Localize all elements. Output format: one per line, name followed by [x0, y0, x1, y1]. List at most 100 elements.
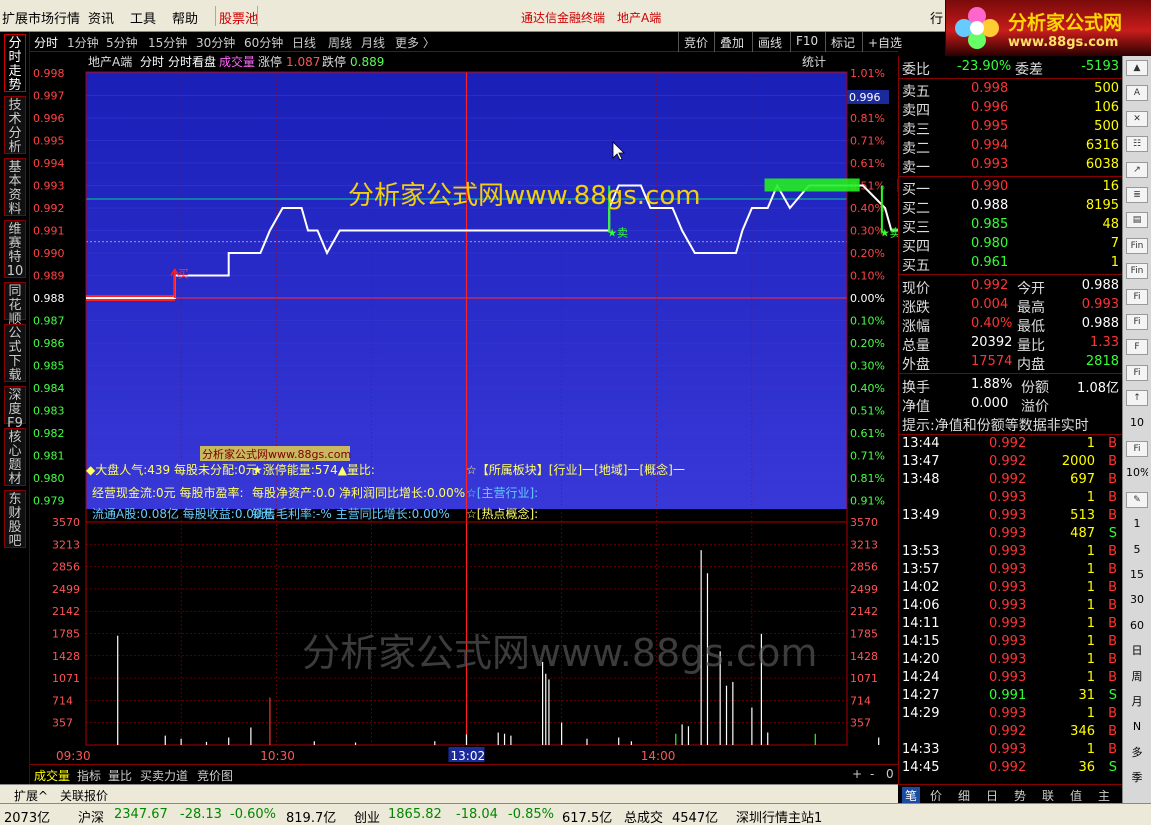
tool-icon-3[interactable]: ☷	[1126, 136, 1148, 153]
quote-tab[interactable]: 值	[1070, 787, 1082, 804]
tool-icon-21[interactable]: 30	[1126, 593, 1148, 609]
tool-icon-22[interactable]: 60	[1126, 619, 1148, 635]
tool-icon-23[interactable]: 日	[1126, 644, 1148, 660]
quote-tab[interactable]: 主	[1098, 787, 1110, 804]
tool-strip: ▲A✕☷↗≣▤FinFinFiFiFFi↑10Fi10%✎15153060日周月…	[1122, 56, 1151, 803]
tool-icon-25[interactable]: 月	[1126, 695, 1148, 711]
quote-tab[interactable]: 细	[958, 787, 970, 804]
price-tick-label: 0.981	[33, 450, 65, 463]
period-1min[interactable]: 1分钟	[67, 34, 99, 51]
tool-icon-15[interactable]: Fi	[1126, 441, 1148, 457]
pct-tick-label: 0.61%	[850, 427, 885, 440]
quote-tab[interactable]: 联	[1042, 787, 1054, 804]
zoom-out-button[interactable]: -	[870, 767, 874, 781]
tool-icon-7[interactable]: Fin	[1126, 237, 1148, 254]
tick-row: 14:27 0.991 31 S	[899, 687, 1123, 705]
tool-icon-16[interactable]: 10%	[1126, 466, 1148, 482]
tool-icon-19[interactable]: 5	[1126, 543, 1148, 559]
volume-tick-label: 1785	[850, 628, 878, 641]
tool-icon-4[interactable]: ↗	[1126, 161, 1148, 178]
menu-stock-pool[interactable]: 股票池	[219, 8, 258, 27]
tool-icon-0[interactable]: ▲	[1126, 60, 1148, 76]
tick-side: B	[1108, 634, 1117, 649]
overlay-button[interactable]: 叠加	[714, 32, 749, 52]
bid-label: 买四	[902, 239, 930, 255]
expand-button[interactable]: 扩展^	[14, 787, 48, 804]
tick-price: 0.993	[989, 670, 1027, 685]
tick-volume: 513	[1070, 508, 1095, 523]
draw-line-button[interactable]: 画线	[752, 32, 787, 52]
period-more[interactable]: 更多 〉	[395, 34, 435, 51]
menu-trade-truncated[interactable]: 行	[930, 8, 943, 27]
tool-icon-10[interactable]: Fi	[1126, 314, 1148, 330]
left-tab-6[interactable]: 深度F9	[4, 386, 26, 431]
tool-icon-14[interactable]: 10	[1126, 416, 1148, 432]
tab-buy-sell-force[interactable]: 买卖力道	[140, 767, 188, 784]
tool-icon-11[interactable]: F	[1126, 339, 1148, 356]
volume-tick-label: 357	[850, 717, 871, 730]
period-5min[interactable]: 5分钟	[106, 34, 138, 51]
left-tab-7[interactable]: 核心题材	[4, 428, 26, 487]
tool-icon-17[interactable]: ✎	[1126, 491, 1148, 508]
tick-volume: 1	[1086, 652, 1095, 667]
tool-icon-26[interactable]: N	[1126, 720, 1148, 736]
menu-ext-market[interactable]: 扩展市场行情	[2, 8, 80, 27]
tick-side: B	[1108, 598, 1117, 613]
tool-icon-5[interactable]: ≣	[1126, 187, 1148, 203]
menu-tools[interactable]: 工具	[130, 8, 156, 27]
tool-icon-6[interactable]: ▤	[1126, 212, 1148, 229]
period-monthly[interactable]: 月线	[361, 34, 385, 51]
f10-button[interactable]: F10	[790, 32, 823, 52]
stats-button[interactable]: 统计	[802, 55, 826, 69]
tab-auction-chart[interactable]: 竞价图	[197, 767, 233, 784]
left-tab-5[interactable]: 公式下载	[4, 324, 26, 383]
stat-label: 最低	[1017, 319, 1045, 335]
tick-row: 13:48 0.992 697 B	[899, 471, 1123, 489]
time-label-1400: 14:00	[641, 749, 676, 763]
quote-tab[interactable]: 价	[930, 787, 942, 804]
watermark-small: 分析家公式网www.88gs.com	[202, 447, 351, 461]
ticker-item: 1865.82	[388, 807, 442, 822]
tool-icon-1[interactable]: A	[1126, 85, 1148, 102]
left-tab-2[interactable]: 基本资料	[4, 158, 26, 217]
tool-icon-18[interactable]: 1	[1126, 517, 1148, 533]
tool-icon-12[interactable]: Fi	[1126, 364, 1148, 381]
tool-icon-20[interactable]: 15	[1126, 568, 1148, 584]
menu-help[interactable]: 帮助	[172, 8, 198, 27]
left-tab-8[interactable]: 东财股吧	[4, 490, 26, 549]
tool-icon-24[interactable]: 周	[1126, 670, 1148, 686]
auction-button[interactable]: 竞价	[678, 32, 713, 52]
tab-volume-ratio[interactable]: 量比	[108, 767, 132, 784]
period-daily[interactable]: 日线	[292, 34, 316, 51]
tab-indicator[interactable]: 指标	[77, 767, 101, 784]
price-tick-label: 0.979	[33, 495, 65, 508]
intraday-chart[interactable]: 0.998 1.01% 0.997 0.91% 0.996 0.81% 0.995 0.71%…	[30, 52, 898, 764]
tool-icon-27[interactable]: 多	[1126, 746, 1148, 762]
period-intraday[interactable]: 分时	[34, 34, 58, 51]
add-watchlist-button[interactable]: +自选	[862, 32, 907, 52]
quote-tab[interactable]: 日	[986, 787, 998, 804]
left-tab-0[interactable]: 分时走势	[4, 34, 26, 93]
fund-value: 1.08亿	[1077, 381, 1119, 396]
zoom-reset-button[interactable]: 0	[886, 767, 894, 781]
tool-icon-2[interactable]: ✕	[1126, 110, 1148, 127]
linked-quote-button[interactable]: 关联报价	[60, 787, 108, 804]
tool-icon-9[interactable]: Fi	[1126, 288, 1148, 305]
tool-icon-28[interactable]: 季	[1126, 771, 1148, 787]
tool-icon-13[interactable]: ↑	[1126, 390, 1148, 407]
zoom-in-button[interactable]: +	[852, 767, 862, 781]
tab-volume[interactable]: 成交量	[34, 767, 70, 784]
period-30min[interactable]: 30分钟	[196, 34, 235, 51]
quote-tab[interactable]: 势	[1014, 787, 1026, 804]
mark-button[interactable]: 标记	[825, 32, 860, 52]
left-tab-1[interactable]: 技术分析	[4, 96, 26, 155]
menu-news[interactable]: 资讯	[88, 8, 114, 27]
period-15min[interactable]: 15分钟	[148, 34, 187, 51]
period-60min[interactable]: 60分钟	[244, 34, 283, 51]
quote-tab[interactable]: 笔	[902, 787, 921, 804]
left-tab-3[interactable]: 维赛特10	[4, 220, 26, 279]
price-tick-label: 0.996	[33, 112, 65, 125]
period-weekly[interactable]: 周线	[328, 34, 352, 51]
tool-icon-8[interactable]: Fin	[1126, 263, 1148, 280]
left-tab-4[interactable]: 同花顺	[4, 282, 26, 327]
